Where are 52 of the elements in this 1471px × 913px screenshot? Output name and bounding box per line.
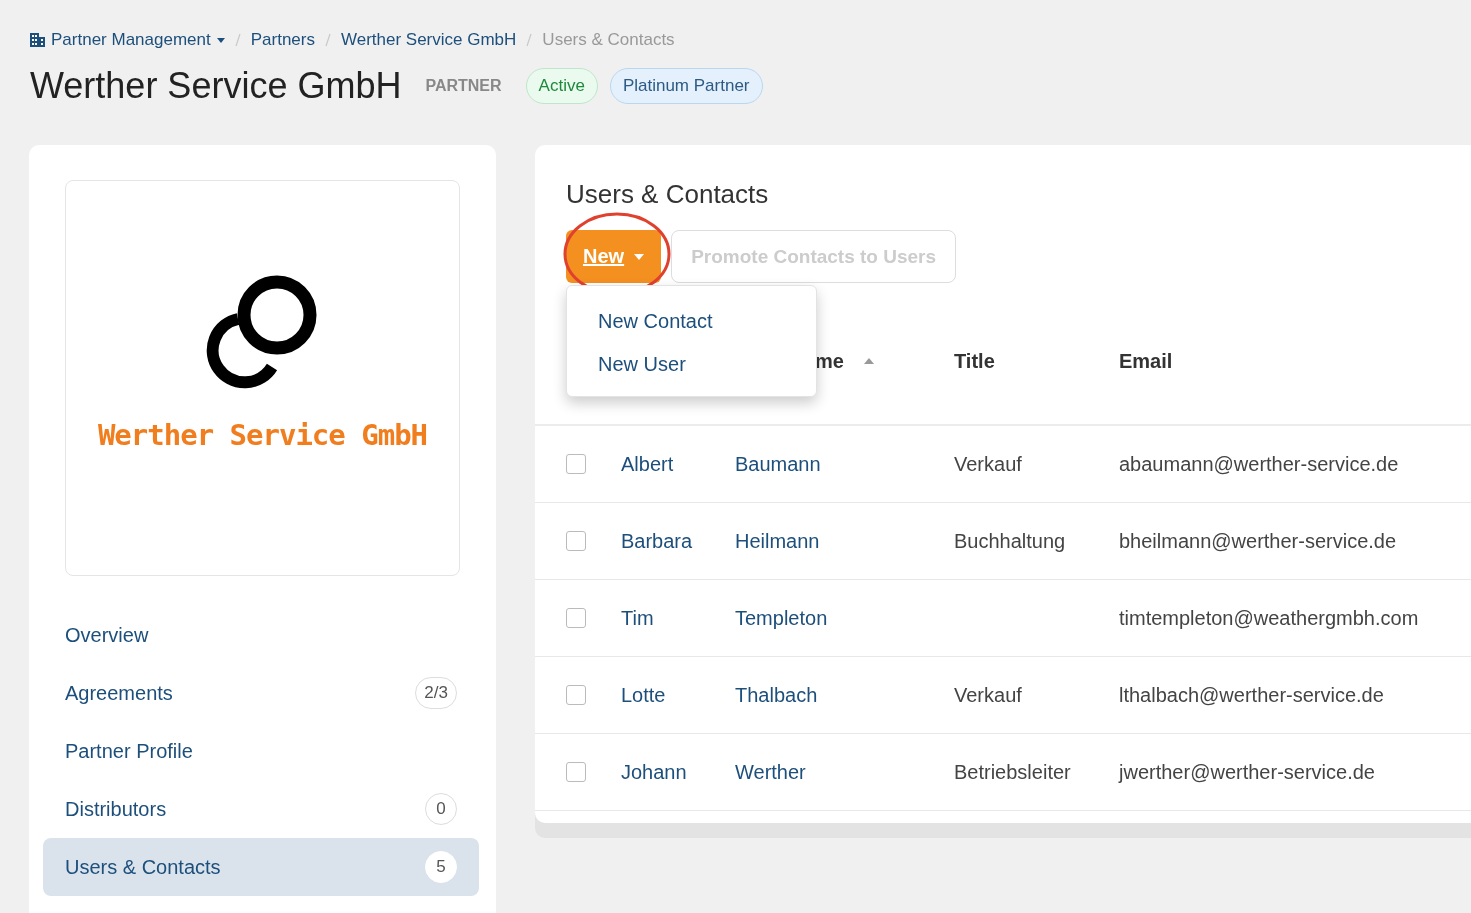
- count-badge: 0: [425, 793, 457, 825]
- slash-icon: [234, 33, 241, 47]
- status-badge: Active: [525, 68, 598, 104]
- first-name-cell-text: Tim: [621, 606, 655, 630]
- sidebar-item[interactable]: Agreements 2/3: [43, 664, 479, 722]
- row-checkbox[interactable]: [566, 608, 586, 628]
- first-name-cell-text: Albert: [621, 452, 675, 476]
- email-cell-text: lthalbach@werther-service.de: [1119, 683, 1385, 707]
- caret-icon: [634, 253, 645, 260]
- email-cell-text: abaumann@werther-service.de: [1119, 452, 1400, 476]
- last-name-cell-text: Templeton: [735, 606, 829, 630]
- first-name-cell-text: Johann: [621, 760, 688, 784]
- title-cell-text: Betriebsleiter: [954, 760, 1072, 784]
- column-header[interactable]: Title: [954, 349, 995, 373]
- tier-badge: Platinum Partner: [609, 68, 763, 104]
- sidebar-item[interactable]: Overview: [43, 606, 479, 664]
- first-name-cell-text: Barbara: [621, 529, 694, 553]
- sidebar-item[interactable]: Users & Contacts 5: [43, 838, 479, 896]
- email-cell-text: timtempleton@weathergmbh.com: [1119, 606, 1420, 630]
- menu-item[interactable]: New User: [567, 343, 816, 386]
- first-name-cell-text: Lotte: [621, 683, 667, 707]
- row-checkbox[interactable]: [566, 762, 586, 782]
- row-checkbox[interactable]: [566, 531, 586, 551]
- section-title: Users & Contacts: [565, 178, 770, 210]
- building-icon: [30, 33, 45, 47]
- count-badge: 2/3: [415, 677, 457, 709]
- sidebar-item[interactable]: Partner Profile: [43, 722, 479, 780]
- count-badge: 5: [425, 851, 457, 883]
- caret-icon: [216, 37, 225, 43]
- slash-icon: [526, 33, 533, 47]
- breadcrumb-current: Users & Contacts: [542, 30, 675, 50]
- menu-item[interactable]: New Contact: [567, 300, 816, 343]
- type-label: PARTNER: [425, 76, 503, 96]
- title-cell-text: Verkauf: [954, 683, 1023, 707]
- breadcrumb-menu[interactable]: Partner Management: [30, 30, 225, 50]
- last-name-cell-text: Baumann: [735, 452, 822, 476]
- title-cell-text: Buchhaltung: [954, 529, 1067, 553]
- last-name-cell-text: Werther: [735, 760, 807, 784]
- column-header[interactable]: Email: [1119, 349, 1173, 373]
- row-checkbox[interactable]: [566, 685, 586, 705]
- breadcrumb-link[interactable]: Werther Service GmbH: [340, 30, 517, 50]
- last-name-cell-text: Thalbach: [735, 683, 819, 707]
- email-cell-text: bheilmann@werther-service.de: [1119, 529, 1398, 553]
- slash-icon: [324, 33, 331, 47]
- email-cell-text: jwerther@werther-service.de: [1119, 760, 1376, 784]
- logo-text: Werther Service GmbH: [97, 417, 428, 452]
- title-cell-text: Verkauf: [954, 452, 1023, 476]
- sidebar-item[interactable]: Distributors 0: [43, 780, 479, 838]
- last-name-cell-text: Heilmann: [735, 529, 821, 553]
- row-checkbox[interactable]: [566, 454, 586, 474]
- page-title: Werther Service GmbH: [30, 65, 402, 107]
- breadcrumb-link[interactable]: Partners: [250, 30, 315, 50]
